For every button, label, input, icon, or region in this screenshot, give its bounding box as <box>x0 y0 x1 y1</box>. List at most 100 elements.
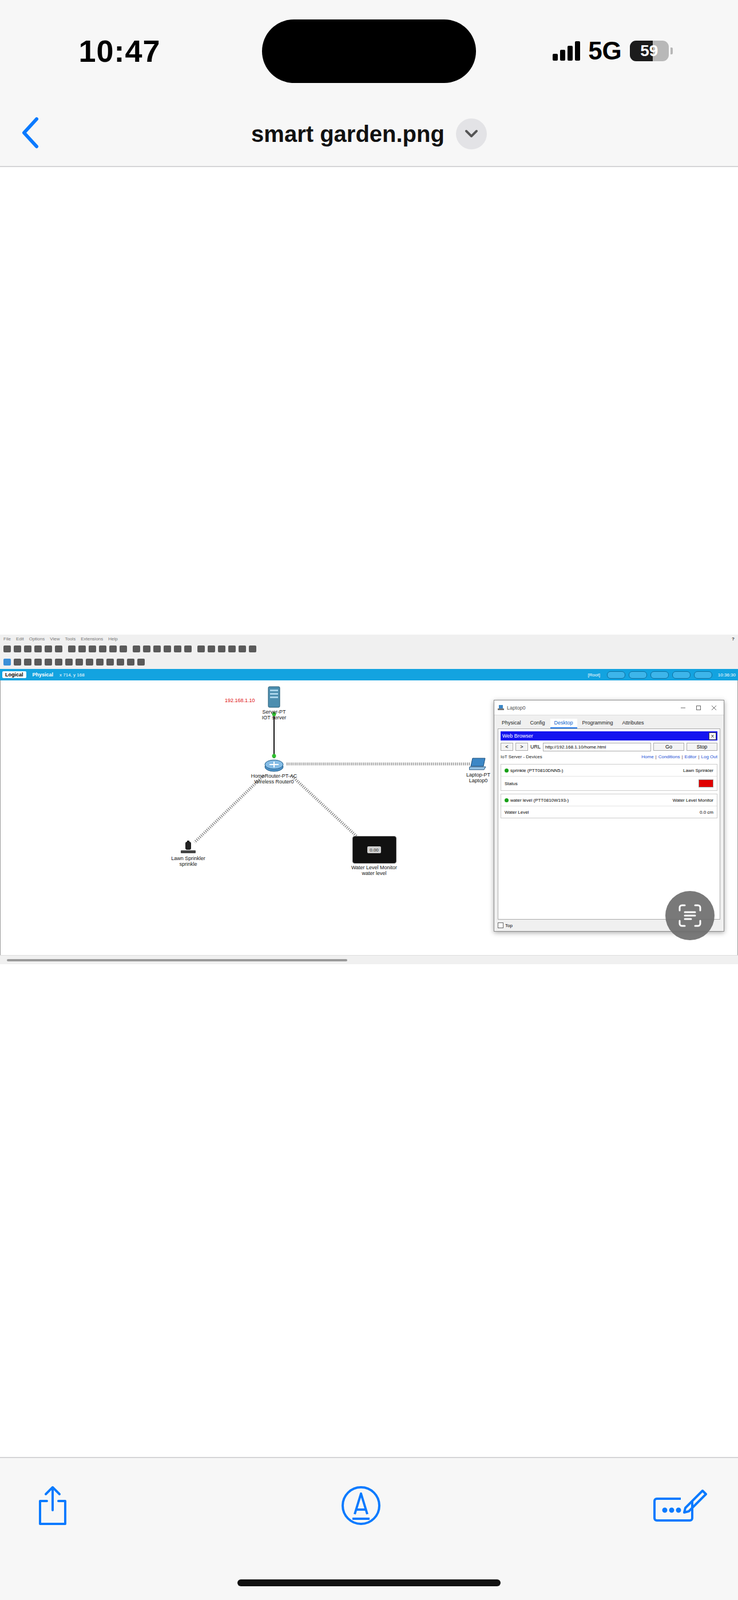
menu-item[interactable]: Options <box>29 636 46 642</box>
live-text-button[interactable] <box>665 890 715 940</box>
toolbar-icon[interactable] <box>217 645 226 653</box>
go-button[interactable]: Go <box>653 742 685 751</box>
device-header[interactable]: sprinkle (PTT0810DNN5-)Lawn Sprinkler <box>501 764 717 777</box>
back-chevron-icon[interactable] <box>20 116 39 149</box>
view-tab-label[interactable]: Physical <box>32 671 54 678</box>
maximize-icon[interactable] <box>692 704 705 711</box>
toolbar-icon[interactable] <box>116 658 125 666</box>
menu-item[interactable]: Help <box>108 636 118 642</box>
toolbar-icon[interactable] <box>65 658 73 666</box>
toolbar-icon[interactable] <box>24 658 32 666</box>
toolbar-icon[interactable] <box>44 658 53 666</box>
toolbar-icon[interactable] <box>119 645 128 653</box>
dropdown-chevron-icon[interactable] <box>455 118 487 150</box>
window-tab[interactable]: Programming <box>578 718 618 729</box>
menu-item[interactable]: Edit <box>16 636 25 642</box>
back-label[interactable]: < <box>505 743 509 750</box>
toolbar-icon[interactable] <box>75 658 83 666</box>
window-tab-label[interactable]: Programming <box>582 719 614 726</box>
scrollbar-thumb[interactable] <box>6 958 348 962</box>
device-node[interactable]: Server-PTIOT server <box>236 685 312 721</box>
toolbar-icon[interactable] <box>238 645 246 653</box>
device-node[interactable]: Lawn Sprinklersprinkle <box>151 840 226 868</box>
close-label[interactable]: X <box>711 733 714 739</box>
network-link[interactable] <box>291 775 358 837</box>
toolbar-icon[interactable] <box>132 645 141 653</box>
toolbar-icon[interactable] <box>85 658 94 666</box>
toolbar-icon[interactable] <box>44 645 53 653</box>
go-label[interactable]: Go <box>665 743 673 750</box>
toolbar-icon[interactable] <box>153 645 161 653</box>
browser-close-button[interactable]: X <box>708 732 717 740</box>
toolbar-icon[interactable] <box>98 645 107 653</box>
window-tab-label[interactable]: Config <box>530 719 546 726</box>
view-tab-label[interactable]: Logical <box>5 671 24 678</box>
window-tab[interactable]: Attributes <box>618 718 649 729</box>
stop-button[interactable]: Stop <box>686 742 718 751</box>
menu-item[interactable]: Tools <box>64 636 76 642</box>
toolbar-icon[interactable] <box>228 645 236 653</box>
toolbar-icon[interactable] <box>137 658 145 666</box>
minimize-icon[interactable] <box>676 704 690 711</box>
live-text-icon[interactable] <box>677 902 703 928</box>
window-tab-label[interactable]: Attributes <box>622 719 645 726</box>
device-header[interactable]: water level (PTT0810W193-)Water Level Mo… <box>501 794 717 807</box>
toolbar-icon[interactable] <box>54 645 63 653</box>
toolbar-icon[interactable] <box>13 645 22 653</box>
scrollbar-track[interactable] <box>0 954 738 964</box>
toolbar-icon[interactable] <box>13 658 22 666</box>
toolbar-icon[interactable] <box>248 645 257 653</box>
toolbar-icon[interactable] <box>88 645 97 653</box>
toolbar-icon[interactable] <box>106 658 114 666</box>
page-link[interactable]: Home <box>641 754 654 760</box>
view-tab[interactable]: Physical <box>29 671 57 678</box>
window-tab-label[interactable]: Physical <box>501 719 522 726</box>
toolbar-icon[interactable] <box>184 645 192 653</box>
window-tab[interactable]: Physical <box>497 718 526 729</box>
view-tab[interactable]: Logical <box>2 671 27 678</box>
forward-button[interactable]: > <box>515 742 529 751</box>
forward-label[interactable]: > <box>520 743 523 750</box>
menu-item[interactable]: Extensions <box>80 636 103 642</box>
toolbar-icon[interactable] <box>78 645 86 653</box>
toolbar-icon[interactable] <box>207 645 216 653</box>
url-field[interactable] <box>542 742 652 752</box>
toolbar-icon[interactable] <box>34 645 42 653</box>
toolbar-icon[interactable] <box>3 645 11 653</box>
share-icon[interactable] <box>35 1484 70 1526</box>
toolbar-icon[interactable] <box>68 645 76 653</box>
top-checkbox[interactable] <box>497 922 504 928</box>
toolbar-icon[interactable] <box>109 645 117 653</box>
device-node[interactable]: HomeRouter-PT-ACWireless Router0 <box>236 758 312 785</box>
toolbar-icon[interactable] <box>24 645 32 653</box>
toolbar-icon[interactable] <box>127 658 135 666</box>
window-tab-label[interactable]: Desktop <box>554 719 574 726</box>
help-button[interactable]: ? <box>731 636 735 642</box>
network-link[interactable] <box>286 762 470 766</box>
toolbar-icon[interactable] <box>34 658 42 666</box>
back-button[interactable]: < <box>500 742 514 751</box>
toolbar-icon[interactable] <box>163 645 172 653</box>
page-link[interactable]: Conditions <box>658 754 681 760</box>
close-icon[interactable] <box>707 704 721 711</box>
online-dot <box>504 798 509 803</box>
battery-track: 59 <box>629 40 669 62</box>
toolbar-icon[interactable] <box>3 658 11 666</box>
edit-details-icon[interactable] <box>652 1486 708 1524</box>
toolbar-icon[interactable] <box>173 645 182 653</box>
toolbar-icon[interactable] <box>197 645 205 653</box>
menu-item[interactable]: View <box>49 636 60 642</box>
page-link[interactable]: Log Out <box>701 754 718 760</box>
node-label: Water Level Monitor <box>351 864 398 871</box>
toolbar-icon[interactable] <box>96 658 104 666</box>
toolbar-icon[interactable] <box>54 658 63 666</box>
stop-label[interactable]: Stop <box>696 743 708 750</box>
network-link[interactable] <box>194 775 264 843</box>
page-link[interactable]: Editor <box>684 754 697 760</box>
markup-icon[interactable] <box>340 1485 382 1526</box>
window-tab[interactable]: Desktop <box>550 718 578 729</box>
device-node[interactable]: 0.00Water Level Monitorwater level <box>336 835 412 877</box>
window-tab[interactable]: Config <box>526 718 550 729</box>
menu-item[interactable]: File <box>3 636 11 642</box>
toolbar-icon[interactable] <box>143 645 151 653</box>
